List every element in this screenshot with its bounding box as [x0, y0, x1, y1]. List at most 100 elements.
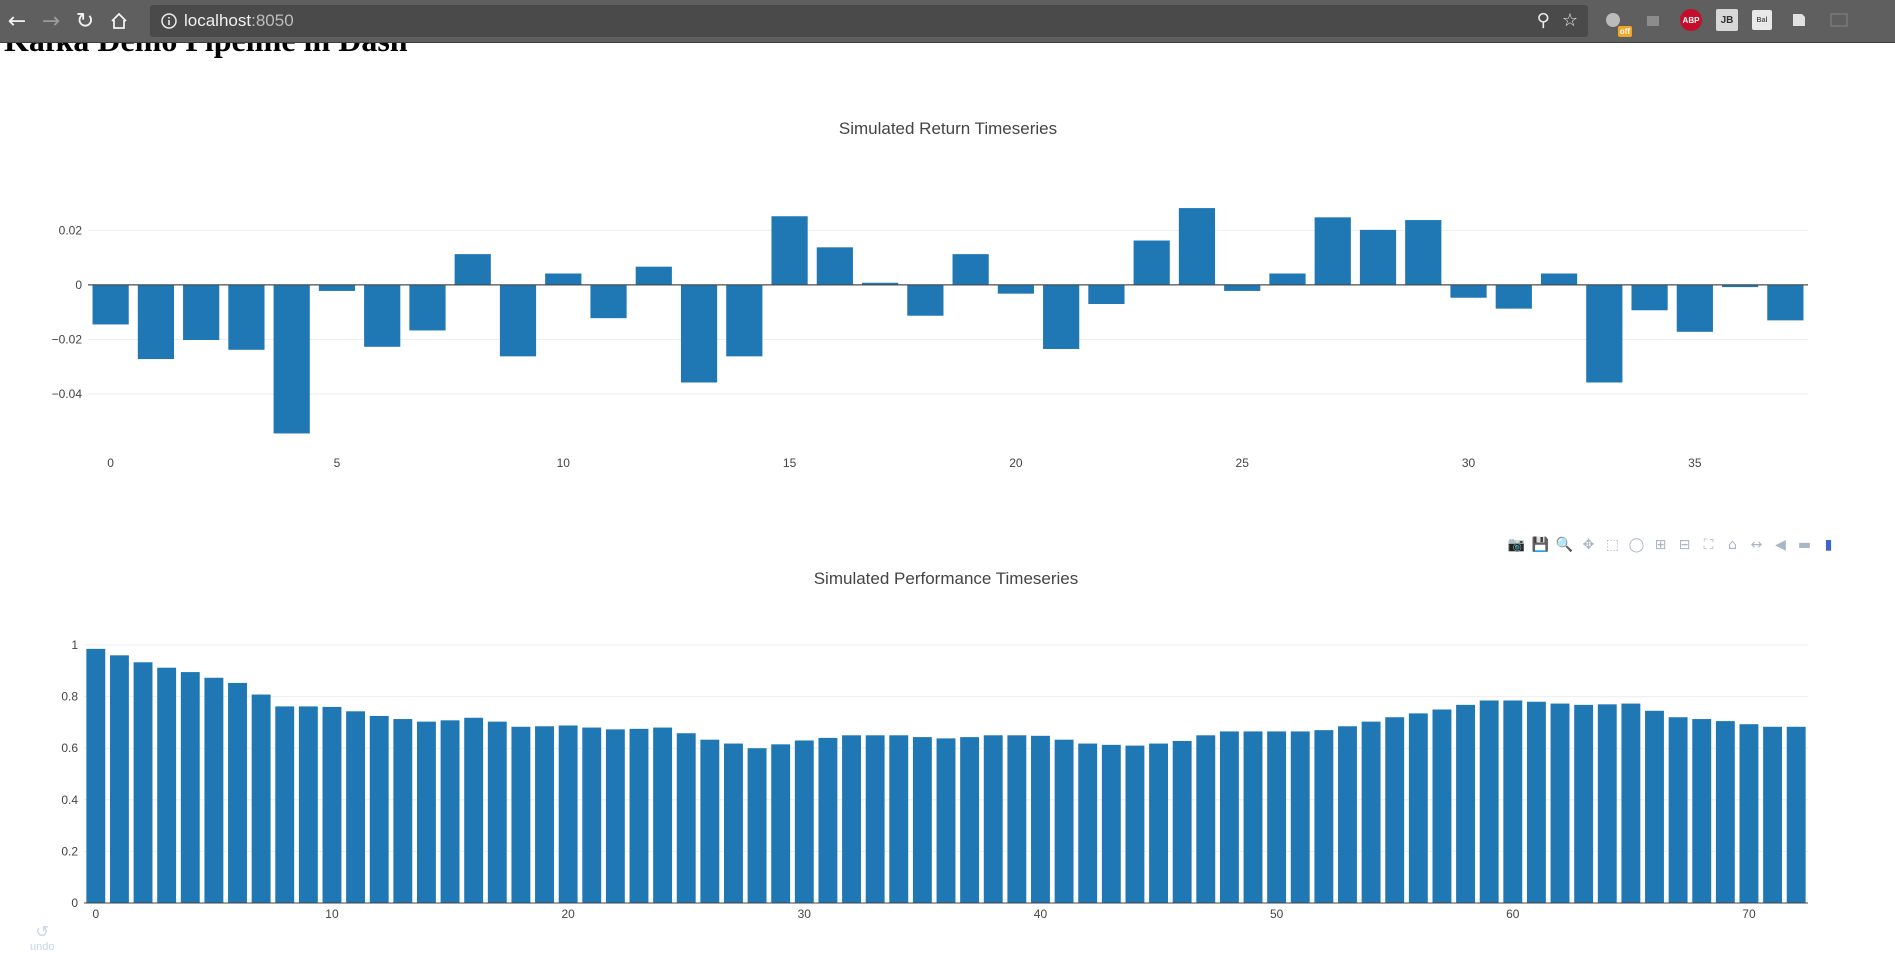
bar[interactable]: [1178, 208, 1216, 285]
bar[interactable]: [1219, 731, 1239, 903]
return-timeseries-chart[interactable]: Simulated Return Timeseries 0.02 0 −0.02 −0.…: [0, 100, 1895, 490]
bar[interactable]: [907, 284, 944, 316]
bar[interactable]: [393, 719, 413, 903]
hover-compare-icon[interactable]: ▬: [1796, 536, 1813, 553]
bar[interactable]: [464, 717, 484, 903]
bar[interactable]: [889, 735, 909, 903]
bar[interactable]: [416, 721, 436, 903]
camera-icon[interactable]: 📷: [1508, 536, 1525, 553]
bar[interactable]: [1267, 731, 1287, 903]
jb-icon[interactable]: JB: [1716, 9, 1738, 31]
bar[interactable]: [1676, 284, 1713, 332]
address-bar[interactable]: localhost:8050 ⚲ ☆: [150, 5, 1588, 37]
bar[interactable]: [322, 706, 342, 903]
bar[interactable]: [1540, 273, 1578, 285]
doc-icon[interactable]: [1786, 7, 1812, 33]
zoom-out-icon[interactable]: ⊟: [1676, 536, 1693, 553]
bar[interactable]: [346, 711, 366, 903]
bookmark-star-icon[interactable]: ☆: [1562, 10, 1578, 31]
bar[interactable]: [635, 266, 672, 285]
bar[interactable]: [865, 735, 885, 903]
bar[interactable]: [726, 284, 763, 357]
lasso-icon[interactable]: ◯: [1628, 536, 1645, 553]
bar[interactable]: [1503, 700, 1523, 903]
bar[interactable]: [1456, 704, 1476, 903]
bar[interactable]: [318, 284, 356, 291]
bar[interactable]: [1054, 739, 1074, 903]
bar[interactable]: [997, 284, 1034, 294]
bar[interactable]: [86, 648, 106, 903]
plotly-logo-icon[interactable]: ▮: [1820, 536, 1837, 553]
autoscale-icon[interactable]: ⛶: [1700, 536, 1717, 553]
bar[interactable]: [771, 744, 791, 903]
adblock-icon[interactable]: ABP: [1680, 9, 1702, 31]
bar[interactable]: [1574, 704, 1594, 903]
bar[interactable]: [1645, 710, 1664, 903]
bar[interactable]: [1125, 745, 1145, 903]
bar[interactable]: [1526, 701, 1546, 903]
bar[interactable]: [676, 733, 696, 903]
box-select-icon[interactable]: ⬚: [1604, 536, 1621, 553]
bar[interactable]: [535, 726, 554, 903]
bar[interactable]: [487, 721, 507, 903]
zoom-icon[interactable]: 🔍: [1556, 536, 1573, 553]
bar[interactable]: [1088, 284, 1125, 305]
bar[interactable]: [1172, 740, 1192, 903]
bar[interactable]: [1692, 719, 1712, 903]
bar[interactable]: [912, 737, 932, 903]
bar[interactable]: [369, 715, 389, 903]
zoom-in-icon[interactable]: ⊞: [1652, 536, 1669, 553]
bar[interactable]: [653, 727, 673, 903]
bar[interactable]: [1408, 713, 1428, 903]
bar[interactable]: [1479, 700, 1499, 903]
box-icon[interactable]: Bal: [1752, 10, 1772, 30]
bar[interactable]: [558, 725, 578, 903]
bar[interactable]: [440, 720, 460, 903]
bar[interactable]: [298, 706, 318, 903]
bar[interactable]: [1196, 735, 1216, 903]
save-icon[interactable]: 💾: [1532, 536, 1549, 553]
bar[interactable]: [1715, 721, 1735, 903]
bar[interactable]: [454, 254, 491, 285]
bar[interactable]: [1385, 717, 1405, 903]
bar[interactable]: [952, 254, 989, 285]
bar[interactable]: [133, 662, 153, 903]
bar[interactable]: [1338, 726, 1357, 903]
bar[interactable]: [816, 247, 853, 285]
bar[interactable]: [137, 284, 174, 360]
bar[interactable]: [582, 727, 602, 903]
bar[interactable]: [1314, 730, 1334, 903]
reset-axes-icon[interactable]: ⌂: [1724, 536, 1741, 553]
bar[interactable]: [629, 728, 649, 903]
bar[interactable]: [251, 694, 271, 903]
bar[interactable]: [109, 655, 129, 903]
spike-lines-icon[interactable]: ↔: [1748, 536, 1765, 553]
bar[interactable]: [1133, 240, 1170, 285]
bar[interactable]: [1597, 704, 1617, 903]
bar[interactable]: [818, 737, 838, 903]
bar[interactable]: [1495, 284, 1532, 309]
performance-timeseries-chart[interactable]: Simulated Performance Timeseries 1 0.8 0.6 0…: [0, 555, 1895, 935]
bar[interactable]: [545, 273, 582, 285]
bar[interactable]: [92, 284, 129, 325]
cast-icon[interactable]: [1826, 7, 1852, 33]
home-button[interactable]: [102, 4, 136, 38]
bar[interactable]: [1405, 220, 1442, 285]
bar[interactable]: [605, 729, 625, 903]
bar[interactable]: [1359, 229, 1397, 285]
bar[interactable]: [1269, 273, 1306, 285]
bar[interactable]: [1621, 703, 1641, 903]
bar[interactable]: [228, 682, 247, 903]
bar[interactable]: [1668, 717, 1688, 903]
bar[interactable]: [228, 284, 265, 350]
bar[interactable]: [1586, 284, 1623, 383]
bar[interactable]: [1314, 217, 1351, 285]
bar[interactable]: [1243, 731, 1263, 903]
bar[interactable]: [1361, 721, 1381, 903]
bar[interactable]: [511, 726, 531, 903]
bar[interactable]: [983, 735, 1003, 903]
forward-button[interactable]: →: [34, 4, 68, 38]
bar[interactable]: [275, 706, 295, 903]
bar[interactable]: [180, 672, 200, 903]
bar[interactable]: [1078, 743, 1098, 903]
